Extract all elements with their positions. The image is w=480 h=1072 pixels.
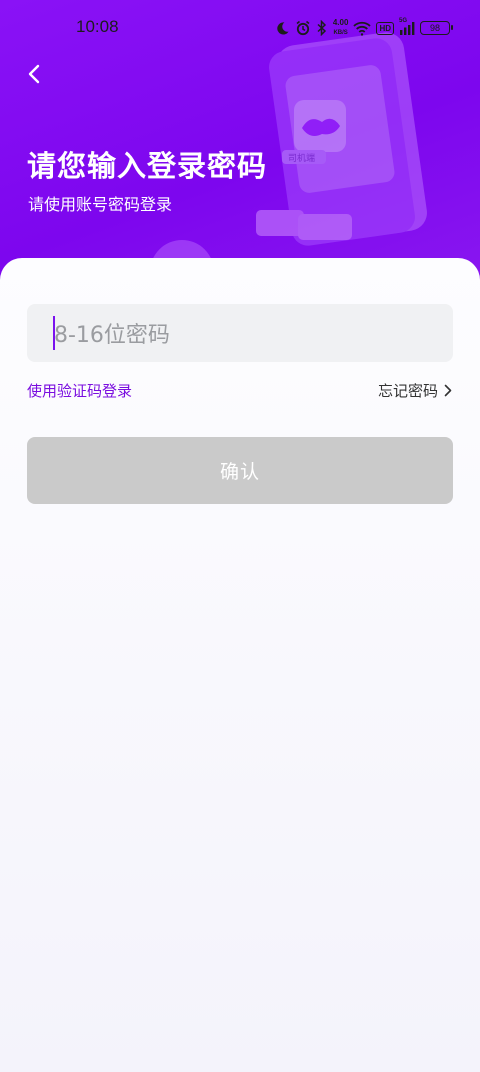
- wifi-icon: [353, 21, 372, 36]
- net-speed-unit: KB/S: [333, 30, 348, 36]
- page-subtitle: 请使用账号密码登录: [28, 195, 173, 214]
- status-icons: 4.00 KB/S HD 5G 98: [275, 14, 453, 42]
- hd-badge: HD: [376, 21, 394, 35]
- status-time: 10:08: [76, 17, 119, 36]
- battery-icon: 98: [420, 21, 453, 35]
- moon-icon: [275, 21, 290, 36]
- bluetooth-icon: [316, 20, 328, 36]
- header-banner: 司机端 10:08 4.00 KB/S HD 5G 98 请您输入登录密码 请使…: [0, 0, 480, 300]
- signal-label: 5G: [399, 17, 408, 24]
- password-placeholder: 8-16位密码: [54, 323, 170, 348]
- chevron-left-icon: [28, 64, 40, 84]
- confirm-button[interactable]: 确认: [27, 437, 453, 504]
- signal-icon: 5G: [399, 17, 415, 36]
- forgot-password-label: 忘记密码: [377, 382, 438, 400]
- status-bar: 10:08 4.00 KB/S HD 5G 98: [0, 0, 480, 56]
- forgot-password-link[interactable]: 忘记密码: [378, 380, 452, 401]
- password-input[interactable]: 8-16位密码: [27, 304, 453, 362]
- illustration-badge-text: 司机端: [288, 152, 315, 164]
- net-speed-value: 4.00: [332, 18, 349, 27]
- chevron-right-icon: [444, 384, 452, 397]
- net-speed: 4.00 KB/S: [333, 18, 349, 38]
- sms-login-link[interactable]: 使用验证码登录: [27, 380, 132, 401]
- back-button[interactable]: [18, 58, 50, 90]
- page-title: 请您输入登录密码: [27, 149, 268, 183]
- alarm-icon: [295, 20, 311, 36]
